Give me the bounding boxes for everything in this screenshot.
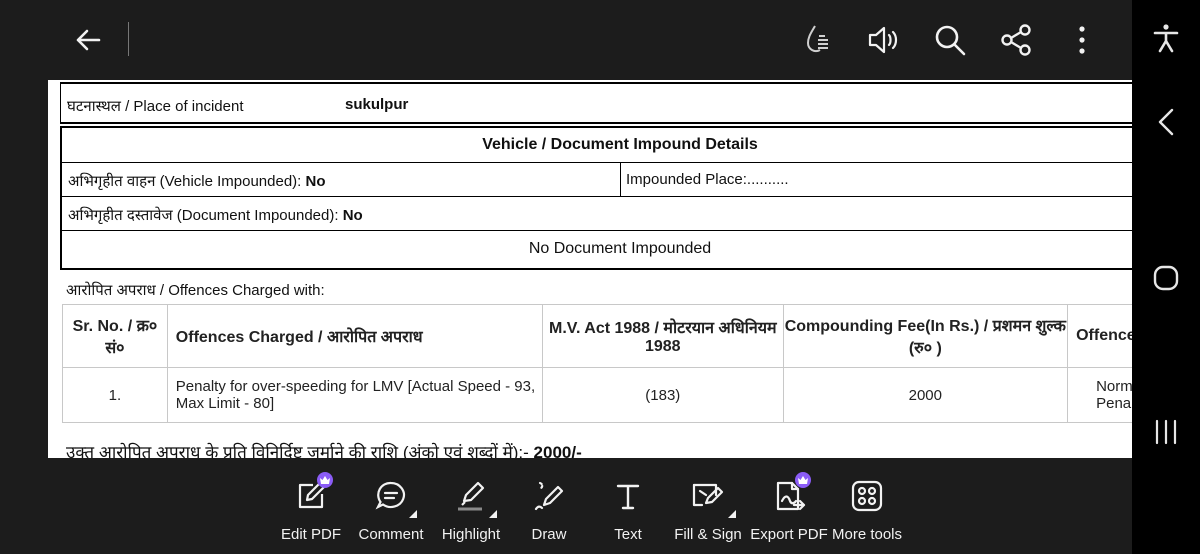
header-mv-act: M.V. Act 1988 / मोटरयान अधिनियम 1988 bbox=[542, 304, 784, 368]
tool-label: More tools bbox=[831, 526, 903, 543]
offences-heading: आरोपित अपराध / Offences Charged with: bbox=[66, 282, 325, 299]
nav-recents-icon[interactable] bbox=[1146, 412, 1186, 452]
comment-icon bbox=[371, 476, 417, 518]
text-icon bbox=[608, 476, 648, 516]
share-icon[interactable] bbox=[994, 18, 1038, 62]
toolbar-divider bbox=[128, 22, 129, 56]
export-pdf-button[interactable]: Export PDF bbox=[744, 472, 834, 548]
top-toolbar bbox=[0, 0, 1132, 80]
tool-label: Export PDF bbox=[750, 526, 828, 543]
comment-button[interactable]: Comment bbox=[346, 476, 436, 548]
fine-amount-label: उक्त आरोपित अपराध के प्रति विनिर्दिष्ट ज… bbox=[66, 443, 534, 458]
place-of-incident-row: घटनास्थल / Place of incident sukulpur bbox=[60, 82, 1132, 124]
fine-amount-value: 2000/- bbox=[533, 443, 582, 458]
impound-details-title: Vehicle / Document Impound Details bbox=[62, 128, 1132, 163]
impounded-place: Impounded Place:.......... bbox=[626, 171, 789, 188]
header-compounding-fee: Compounding Fee(In Rs.) / प्रशमन शुल्क (… bbox=[782, 304, 1069, 368]
impound-note: No Document Impounded bbox=[528, 240, 712, 257]
search-icon[interactable] bbox=[928, 18, 972, 62]
bottom-toolbar: Edit PDF Comment Highlight Draw Text Fil… bbox=[0, 458, 1132, 554]
cell-divider bbox=[620, 162, 621, 196]
more-tools-icon bbox=[847, 476, 887, 516]
header-offence-type: Offence Type bbox=[1067, 304, 1132, 368]
fine-amount-summary: उक्त आरोपित अपराध के प्रति विनिर्दिष्ट ज… bbox=[66, 440, 582, 458]
edit-pdf-button[interactable]: Edit PDF bbox=[266, 472, 356, 548]
pdf-page-content: घटनास्थल / Place of incident sukulpur Ve… bbox=[48, 80, 1132, 458]
nav-home-icon[interactable] bbox=[1146, 258, 1186, 298]
offences-table: Sr. No. / क्र० सं० Offences Charged / आर… bbox=[62, 304, 1132, 423]
impound-document-row: अभिगृहीत दस्तावेज (Document Impounded): … bbox=[62, 196, 1132, 231]
place-of-incident-label: घटनास्थल / Place of incident bbox=[67, 98, 244, 115]
table-row: 1. Penalty for over-speeding for LMV [Ac… bbox=[62, 367, 1132, 423]
tool-label: Edit PDF bbox=[280, 526, 341, 543]
vehicle-impounded-value: No bbox=[305, 173, 326, 190]
tool-label: Text bbox=[614, 526, 642, 543]
highlight-button[interactable]: Highlight bbox=[426, 476, 516, 548]
draw-icon bbox=[529, 476, 569, 516]
vehicle-impounded: अभिगृहीत वाहन (Vehicle Impounded): No bbox=[68, 171, 326, 191]
fill-sign-icon bbox=[688, 476, 736, 518]
export-pdf-icon bbox=[769, 472, 811, 516]
draw-button[interactable]: Draw bbox=[504, 476, 594, 548]
vehicle-impounded-label: अभिगृहीत वाहन (Vehicle Impounded): bbox=[68, 173, 306, 190]
tool-label: Comment bbox=[358, 526, 424, 543]
tool-label: Draw bbox=[531, 526, 567, 543]
more-tools-button[interactable]: More tools bbox=[822, 476, 912, 548]
document-impounded-label: अभिगृहीत दस्तावेज (Document Impounded): bbox=[68, 207, 343, 224]
cell-offence: Penalty for over-speeding for LMV [Actua… bbox=[166, 367, 544, 423]
cell-offence-type: Normal Penalty bbox=[1067, 367, 1132, 423]
text-button[interactable]: Text bbox=[583, 476, 673, 548]
system-navigation-bar bbox=[1132, 0, 1200, 554]
pdf-viewer-app: घटनास्थल / Place of incident sukulpur Ve… bbox=[0, 0, 1132, 554]
document-impounded-value: No bbox=[342, 207, 363, 224]
fill-sign-button[interactable]: Fill & Sign bbox=[663, 476, 753, 548]
pdf-page[interactable]: घटनास्थल / Place of incident sukulpur Ve… bbox=[48, 80, 1132, 458]
more-options-icon[interactable] bbox=[1060, 18, 1104, 62]
header-sr-no: Sr. No. / क्र० सं० bbox=[62, 304, 168, 368]
nav-back-icon[interactable] bbox=[1146, 102, 1186, 142]
place-of-incident-value: sukulpur bbox=[345, 96, 409, 113]
impound-details-box: Vehicle / Document Impound Details अभिगृ… bbox=[60, 126, 1132, 270]
accessibility-icon[interactable] bbox=[1146, 18, 1186, 58]
cell-mv-act: (183) bbox=[542, 367, 784, 423]
tool-label: Highlight bbox=[441, 526, 501, 543]
premium-crown-icon bbox=[317, 472, 333, 488]
table-header-row: Sr. No. / क्र० सं० Offences Charged / आर… bbox=[62, 304, 1132, 368]
cell-sr-no: 1. bbox=[62, 367, 168, 423]
liquid-mode-icon[interactable] bbox=[796, 18, 840, 62]
back-arrow-icon[interactable] bbox=[66, 18, 110, 62]
impound-vehicle-row: अभिगृहीत वाहन (Vehicle Impounded): No Im… bbox=[62, 162, 1132, 197]
edit-pdf-icon bbox=[291, 472, 333, 516]
header-offence: Offences Charged / आरोपित अपराध bbox=[166, 304, 544, 368]
highlight-icon bbox=[451, 476, 497, 518]
document-impounded: अभिगृहीत दस्तावेज (Document Impounded): … bbox=[68, 205, 363, 225]
cell-compounding-fee: 2000 bbox=[782, 367, 1069, 423]
read-aloud-icon[interactable] bbox=[860, 18, 904, 62]
tool-label: Fill & Sign bbox=[674, 526, 742, 543]
premium-crown-icon bbox=[795, 472, 811, 488]
